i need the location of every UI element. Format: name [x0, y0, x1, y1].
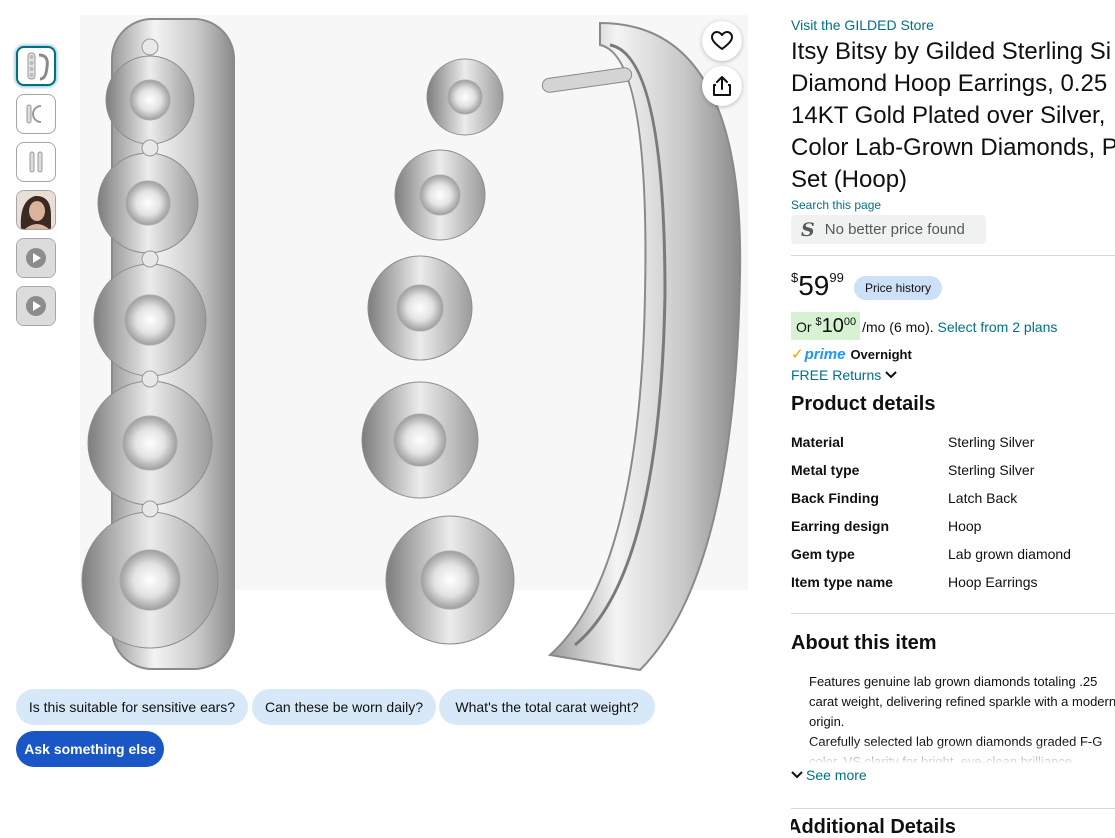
- divider: [791, 613, 1115, 614]
- product-details-heading: Product details: [791, 393, 936, 415]
- price: $5999: [791, 270, 844, 302]
- earrings-side-thumbnail-image: [26, 104, 42, 124]
- prime-check-icon: ✓: [791, 346, 804, 363]
- price-fraction: 99: [829, 270, 844, 285]
- fade-overlay: [791, 742, 1115, 764]
- thumbnail-strip: [16, 46, 56, 334]
- installment-prefix: Or: [796, 319, 812, 335]
- earrings-pair-thumbnail-image: [29, 151, 43, 173]
- heart-icon: [711, 31, 733, 50]
- video-play-icon: [17, 287, 55, 325]
- question-chip-carat-weight[interactable]: What's the total carat weight?: [439, 689, 655, 725]
- product-title-line: 14KT Gold Plated over Silver,: [791, 102, 1106, 129]
- favorite-button[interactable]: [702, 21, 742, 61]
- delivery-speed: Overnight: [850, 346, 912, 362]
- detail-value: Hoop Earrings: [948, 574, 1038, 590]
- see-more-text: See more: [806, 767, 867, 783]
- detail-label: Material: [791, 434, 844, 450]
- product-title-line: Color Lab-Grown Diamonds, P: [791, 134, 1115, 161]
- price-whole: 59: [798, 270, 830, 301]
- video-play-icon: [17, 239, 55, 277]
- detail-row: Metal type Sterling Silver: [791, 456, 1115, 484]
- free-returns-link[interactable]: FREE Returns: [791, 367, 897, 383]
- price-tracker-badge[interactable]: S No better price found: [791, 215, 986, 244]
- no-better-price-text: No better price found: [824, 221, 965, 238]
- prime-delivery: ✓ prime Overnight: [791, 345, 912, 364]
- store-link[interactable]: Visit the GILDED Store: [791, 17, 934, 33]
- detail-value: Lab grown diamond: [948, 546, 1071, 562]
- detail-row: Gem type Lab grown diamond: [791, 540, 1115, 568]
- ask-something-else-button[interactable]: Ask something else: [16, 731, 164, 767]
- buy-box-column: Visit the GILDED Store Itsy Bitsy by Gil…: [791, 0, 1115, 838]
- divider: [791, 808, 1115, 809]
- detail-label: Earring design: [791, 518, 890, 534]
- detail-row: Material Sterling Silver: [791, 428, 1115, 456]
- installment-whole: 10: [821, 315, 844, 337]
- share-button[interactable]: [702, 66, 742, 106]
- thumbnail-4[interactable]: [16, 190, 56, 230]
- share-icon: [713, 76, 731, 96]
- detail-value: Latch Back: [948, 490, 1018, 506]
- main-product-image[interactable]: [80, 15, 748, 677]
- installment-highlight: Or $1000: [791, 312, 861, 340]
- model-wearing-thumbnail-image: [17, 191, 55, 229]
- thumbnail-video-2[interactable]: [16, 286, 56, 326]
- divider: [791, 255, 1115, 256]
- price-symbol: $: [791, 270, 799, 285]
- thumbnail-video-1[interactable]: [16, 238, 56, 278]
- thumbnail-3[interactable]: [16, 142, 56, 182]
- product-title-line: Itsy Bitsy by Gilded Sterling Si: [791, 38, 1112, 65]
- tracker-logo-icon: S: [801, 218, 815, 241]
- earrings-front-thumbnail-image: [27, 52, 49, 81]
- chevron-down-icon: [885, 371, 897, 379]
- additional-details-heading: Additional Details: [791, 816, 956, 838]
- question-chip-sensitive-ears[interactable]: Is this suitable for sensitive ears?: [16, 689, 248, 725]
- select-plans-link[interactable]: Select from 2 plans: [938, 319, 1058, 335]
- prime-logo: prime: [804, 345, 846, 363]
- free-returns-text: FREE Returns: [791, 367, 882, 383]
- hoop-earrings-illustration: [81, 18, 742, 672]
- detail-row: Back Finding Latch Back: [791, 484, 1115, 512]
- see-more-link[interactable]: See more: [791, 767, 867, 783]
- installment-fraction: 00: [843, 316, 857, 328]
- product-title-line: Diamond Hoop Earrings, 0.25: [791, 70, 1108, 97]
- detail-label: Back Finding: [791, 490, 879, 506]
- detail-value: Sterling Silver: [948, 462, 1035, 478]
- detail-row: Item type name Hoop Earrings: [791, 568, 1115, 596]
- detail-label: Gem type: [791, 546, 855, 562]
- question-chip-worn-daily[interactable]: Can these be worn daily?: [252, 689, 436, 725]
- about-item-heading: About this item: [791, 632, 937, 654]
- product-title: Itsy Bitsy by Gilded Sterling Si Diamond…: [791, 36, 1115, 196]
- detail-value: Sterling Silver: [948, 434, 1035, 450]
- installment-suffix: /mo (6 mo).: [862, 319, 934, 335]
- detail-label: Item type name: [791, 574, 893, 590]
- detail-label: Metal type: [791, 462, 860, 478]
- about-bullet: Features genuine lab grown diamonds tota…: [809, 672, 1115, 732]
- product-title-line: Set (Hoop): [791, 166, 908, 193]
- installment-offer: Or $1000/mo (6 mo). Select from 2 plans: [791, 312, 1057, 340]
- chevron-down-icon: [791, 771, 803, 779]
- detail-value: Hoop: [948, 518, 982, 534]
- thumbnail-2[interactable]: [16, 94, 56, 134]
- thumbnail-1[interactable]: [16, 46, 56, 86]
- detail-row: Earring design Hoop: [791, 512, 1115, 540]
- installment-symbol: $: [815, 316, 822, 328]
- price-history-button[interactable]: Price history: [854, 276, 943, 300]
- search-this-page-link[interactable]: Search this page: [791, 198, 881, 212]
